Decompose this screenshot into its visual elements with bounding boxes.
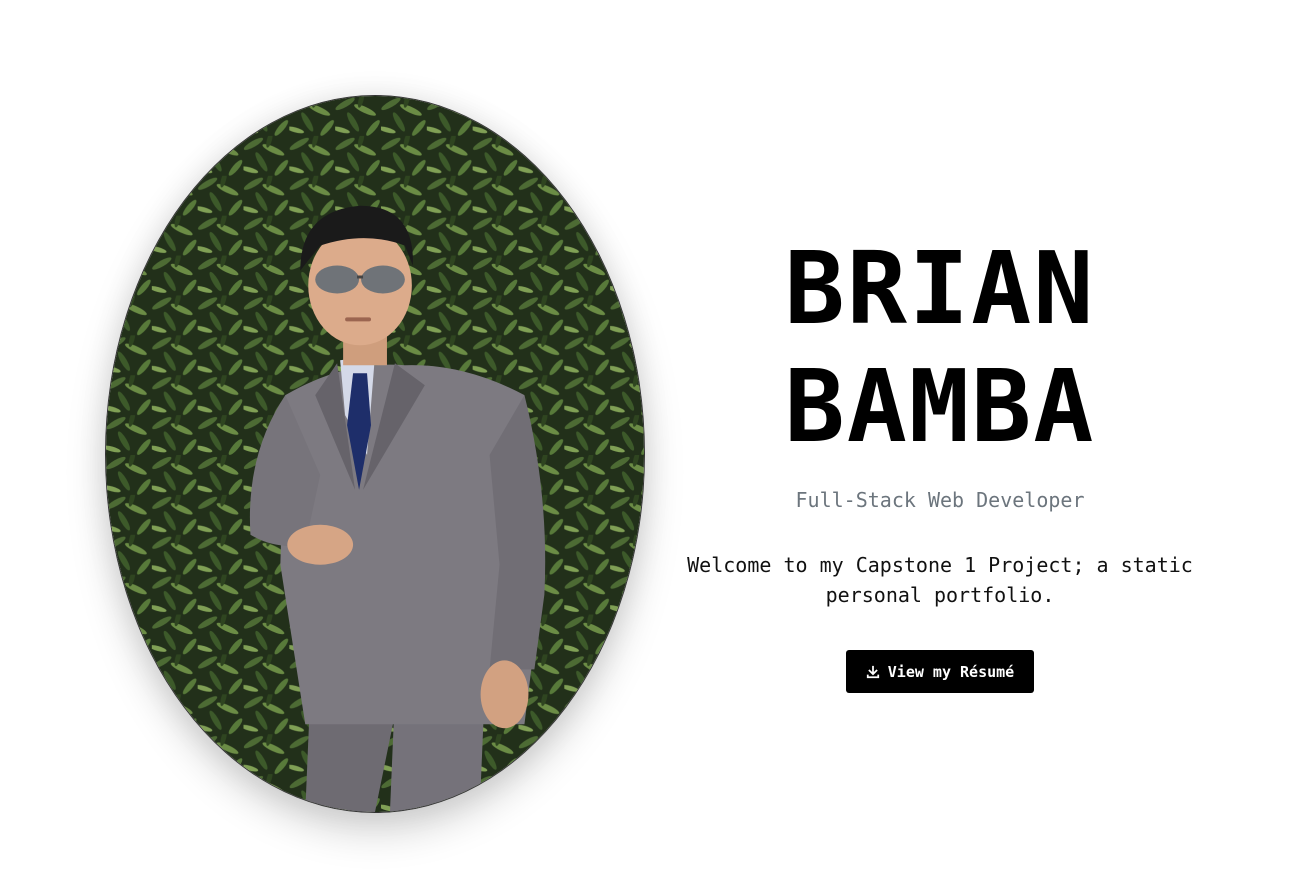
hero-text: BRIAN BAMBA Full-Stack Web Developer Wel…	[660, 230, 1220, 693]
view-resume-button[interactable]: View my Résumé	[845, 650, 1035, 693]
hero-subtitle: Full-Stack Web Developer	[795, 488, 1085, 512]
download-icon	[866, 665, 879, 678]
hero-name: BRIAN BAMBA	[660, 230, 1220, 466]
view-resume-label: View my Résumé	[887, 662, 1015, 681]
profile-portrait	[105, 95, 645, 813]
hero-name-first: BRIAN	[784, 230, 1096, 347]
hero-name-last: BAMBA	[784, 348, 1096, 465]
hero-welcome-text: Welcome to my Capstone 1 Project; a stat…	[687, 553, 1193, 607]
portrait-image	[106, 96, 644, 812]
hero-section: BRIAN BAMBA Full-Stack Web Developer Wel…	[0, 0, 1313, 886]
